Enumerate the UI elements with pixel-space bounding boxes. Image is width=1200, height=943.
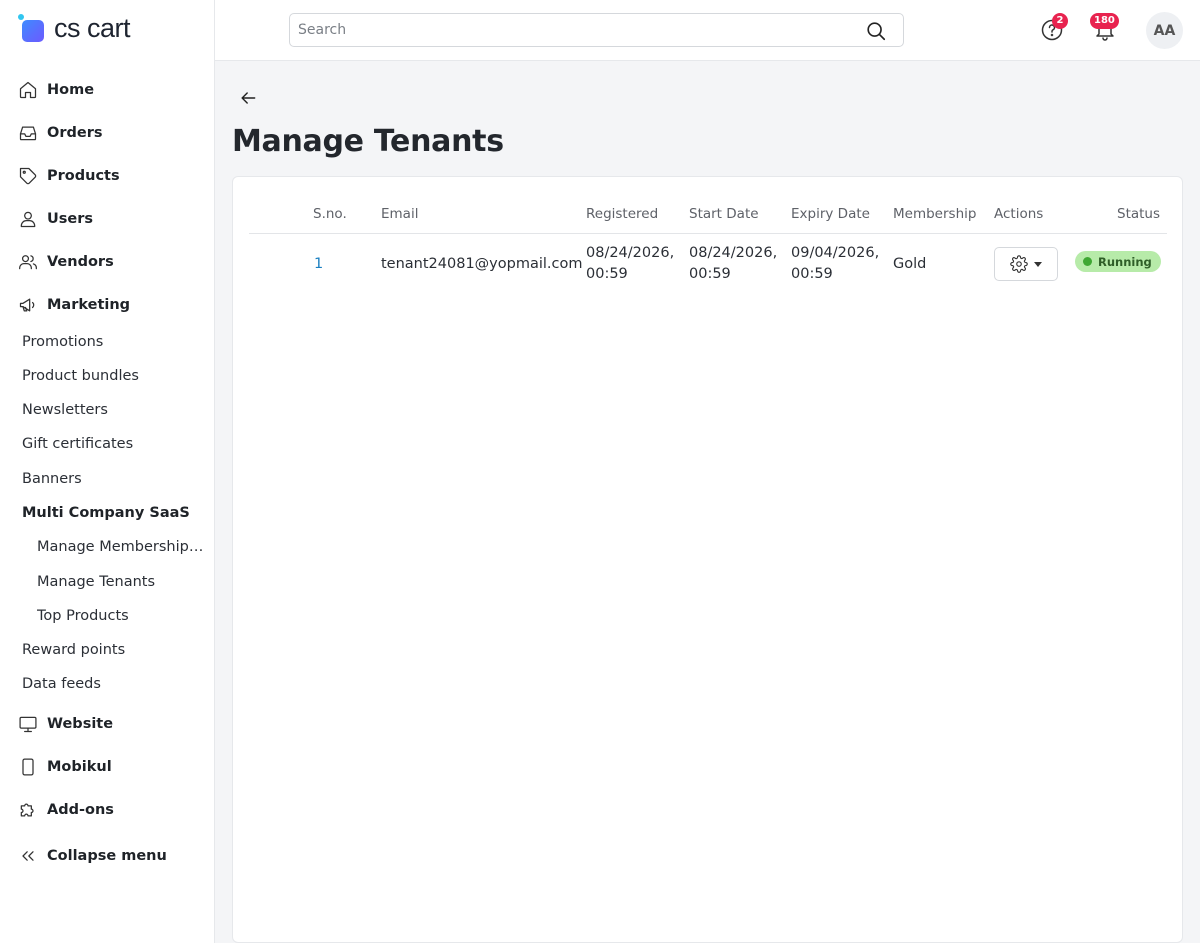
monitor-icon bbox=[18, 714, 38, 734]
column-header-sno[interactable]: S.no. bbox=[313, 206, 347, 222]
cs-cart-logo[interactable]: cs cart bbox=[18, 12, 131, 44]
column-header-registered[interactable]: Registered bbox=[586, 206, 658, 222]
search-icon[interactable] bbox=[865, 20, 887, 42]
sidebar-item-label: Home bbox=[47, 82, 95, 98]
sidebar-item-label: Vendors bbox=[47, 254, 114, 270]
status-dot bbox=[1083, 257, 1092, 266]
help-badge: 2 bbox=[1052, 13, 1068, 29]
collapse-menu-label: Collapse menu bbox=[47, 848, 167, 864]
sidebar-subitem-promotions[interactable]: Promotions bbox=[22, 334, 103, 350]
sidebar: cs cart Home Orders Products Users Vendo… bbox=[0, 0, 215, 943]
expiry-date: 09/04/2026, bbox=[791, 245, 880, 261]
tenant-start-date: 08/24/2026, 00:59 bbox=[689, 243, 777, 285]
tenant-email: tenant24081@yopmail.com bbox=[381, 256, 583, 272]
start-time: 00:59 bbox=[689, 266, 731, 282]
start-date: 08/24/2026, bbox=[689, 245, 778, 261]
search-box bbox=[289, 13, 904, 47]
page-title: Manage Tenants bbox=[232, 124, 504, 159]
sidebar-item-label: Mobikul bbox=[47, 759, 112, 775]
column-header-email[interactable]: Email bbox=[381, 206, 418, 222]
tenant-registered: 08/24/2026, 00:59 bbox=[586, 243, 674, 285]
puzzle-icon bbox=[18, 800, 38, 820]
smartphone-icon bbox=[18, 757, 38, 777]
column-header-actions: Actions bbox=[994, 206, 1044, 222]
help-button[interactable]: 2 bbox=[1040, 13, 1068, 42]
back-button[interactable] bbox=[238, 88, 258, 108]
tenants-table-card: S.no. Email Registered Start Date Expiry… bbox=[232, 176, 1183, 943]
logo-text: cs cart bbox=[54, 12, 131, 43]
search-input[interactable] bbox=[290, 14, 850, 46]
sidebar-item-users[interactable]: Users bbox=[18, 208, 93, 230]
logo-mark-icon bbox=[18, 14, 46, 42]
inbox-icon bbox=[18, 123, 38, 143]
sidebar-subitem-manage-tenants[interactable]: Manage Tenants bbox=[37, 574, 207, 590]
chevron-down-icon bbox=[1034, 261, 1042, 267]
users-icon bbox=[18, 252, 38, 272]
top-header: 2 180 AA bbox=[215, 0, 1200, 61]
sidebar-subitem-gift-certificates[interactable]: Gift certificates bbox=[22, 436, 133, 452]
sidebar-item-vendors[interactable]: Vendors bbox=[18, 251, 114, 273]
sidebar-item-label: Users bbox=[47, 211, 94, 227]
megaphone-icon bbox=[18, 295, 38, 315]
arrow-left-icon bbox=[241, 92, 256, 104]
sidebar-subitem-banners[interactable]: Banners bbox=[22, 471, 82, 487]
registered-time: 00:59 bbox=[586, 266, 628, 282]
sidebar-subitem-multi-company-saas[interactable]: Multi Company SaaS bbox=[22, 505, 190, 521]
sidebar-subitem-reward-points[interactable]: Reward points bbox=[22, 642, 125, 658]
sidebar-subitem-newsletters[interactable]: Newsletters bbox=[22, 402, 108, 418]
sidebar-item-label: Orders bbox=[47, 125, 103, 141]
column-header-status: Status bbox=[1117, 206, 1161, 222]
tenant-membership: Gold bbox=[893, 256, 927, 272]
tag-icon bbox=[18, 166, 38, 186]
column-header-expiry-date[interactable]: Expiry Date bbox=[791, 206, 870, 222]
collapse-menu-button[interactable]: Collapse menu bbox=[18, 845, 167, 867]
sidebar-item-mobikul[interactable]: Mobikul bbox=[18, 756, 112, 778]
chevrons-left-icon bbox=[18, 846, 38, 866]
tenant-expiry-date: 09/04/2026, 00:59 bbox=[791, 243, 879, 285]
sidebar-item-label: Add-ons bbox=[47, 802, 114, 818]
home-icon bbox=[18, 80, 38, 100]
sidebar-item-orders[interactable]: Orders bbox=[18, 122, 102, 144]
sidebar-subitem-top-products[interactable]: Top Products bbox=[37, 608, 207, 624]
actions-dropdown-button[interactable] bbox=[994, 247, 1058, 281]
sidebar-item-marketing[interactable]: Marketing bbox=[18, 294, 130, 316]
status-badge: Running bbox=[1075, 251, 1161, 272]
sidebar-item-label: Marketing bbox=[47, 297, 131, 313]
sidebar-item-add-ons[interactable]: Add-ons bbox=[18, 799, 114, 821]
gear-icon bbox=[1010, 255, 1028, 273]
sidebar-item-label: Products bbox=[47, 168, 120, 184]
sidebar-subitem-data-feeds[interactable]: Data feeds bbox=[22, 676, 101, 692]
notifications-badge: 180 bbox=[1090, 13, 1119, 29]
sidebar-item-products[interactable]: Products bbox=[18, 165, 120, 187]
column-header-start-date[interactable]: Start Date bbox=[689, 206, 759, 222]
sidebar-item-website[interactable]: Website bbox=[18, 713, 113, 735]
tenant-sno-link[interactable]: 1 bbox=[314, 254, 323, 275]
sidebar-item-label: Website bbox=[47, 716, 114, 732]
expiry-time: 00:59 bbox=[791, 266, 833, 282]
sidebar-subitem-manage-membership-plans[interactable]: Manage Membership Plans bbox=[37, 539, 207, 555]
sidebar-subitem-product-bundles[interactable]: Product bundles bbox=[22, 368, 139, 384]
status-label: Running bbox=[1098, 254, 1152, 269]
registered-date: 08/24/2026, bbox=[586, 245, 675, 261]
column-header-membership[interactable]: Membership bbox=[893, 206, 976, 222]
user-icon bbox=[18, 209, 38, 229]
avatar[interactable]: AA bbox=[1146, 12, 1183, 49]
notifications-button[interactable]: 180 bbox=[1090, 13, 1119, 42]
header-divider bbox=[249, 233, 1167, 234]
sidebar-item-home[interactable]: Home bbox=[18, 79, 94, 101]
